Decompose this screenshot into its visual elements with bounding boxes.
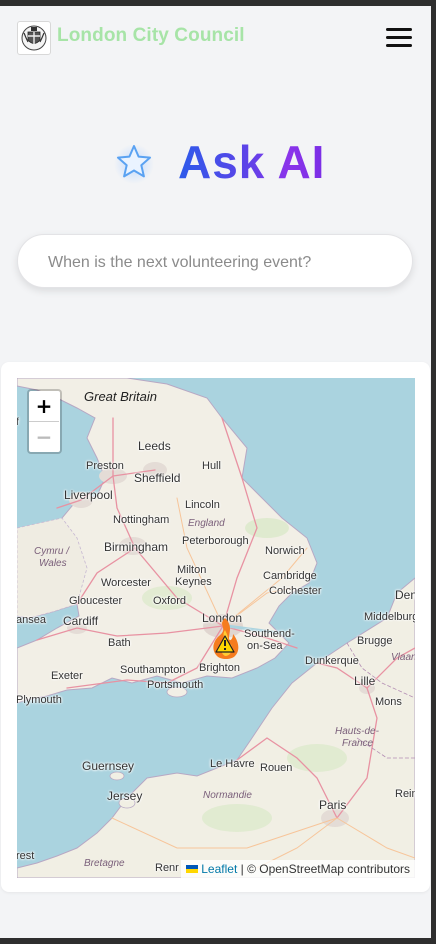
map-label: Liverpool [64,488,113,502]
app-screen: London City Council Ask AI When is the n… [0,6,431,938]
map-label: Mons [375,696,402,708]
map-label: Great Britain [84,389,157,404]
map-label: Milton [177,564,207,576]
map-label: Renr [155,862,179,874]
map-label: ansea [17,614,46,626]
map-label: Birmingham [104,540,169,554]
fire-warning-marker-icon[interactable] [207,616,243,660]
map-label: on-Sea [247,640,283,652]
map-label: Colchester [269,585,322,597]
map-view[interactable]: Great Britain f Leeds Preston Hull Sheff… [17,378,415,878]
search-bar[interactable] [17,234,413,288]
map-label: Hull [202,460,221,472]
map-label: Cardiff [63,614,99,628]
attribution-text: | © OpenStreetMap contributors [240,862,410,876]
map-label: Normandie [203,790,252,801]
map-label: Portsmouth [147,679,204,691]
map-label: Brugge [357,635,393,647]
map-label: Vlaan [391,652,415,663]
map-label: Leeds [138,439,171,453]
map-label: Norwich [265,545,305,557]
map-label: Rein [395,788,415,800]
map-label: Sheffield [134,471,181,485]
hero-title: Ask AI [178,136,326,188]
map-label: Bretagne [84,858,125,869]
map-label: Rouen [260,762,293,774]
map-label: Keynes [175,576,212,588]
zoom-out-button[interactable]: − [29,422,59,452]
map-label: Den [395,588,415,602]
leaflet-link[interactable]: Leaflet [201,862,237,876]
map-label: France [342,738,374,749]
map-label: Guernsey [82,759,135,773]
map-label: Hauts-de- [335,726,379,737]
map-label: Paris [319,798,347,812]
map-label: England [188,518,225,529]
map-label: Lille [354,674,376,688]
map-label: Southend- [244,628,295,640]
map-label: Peterborough [182,535,249,547]
map-label: Lincoln [185,499,220,511]
map-label: Plymouth [17,694,62,706]
map-label: Oxford [153,595,187,607]
map-label: Le Havre [210,758,255,770]
council-crest-icon[interactable] [17,21,51,55]
hero-section: Ask AI [0,134,431,194]
top-navigation-bar: London City Council [0,6,431,70]
zoom-control: + − [27,389,62,454]
zoom-in-button[interactable]: + [29,391,59,422]
star-icon [114,144,154,184]
map-label: Middelburg [364,611,415,623]
map-card: Great Britain f Leeds Preston Hull Sheff… [1,362,430,892]
map-label: rest [17,850,35,862]
map-attribution: Leaflet | © OpenStreetMap contributors [181,860,415,878]
map-label: Nottingham [113,514,170,526]
map-label: Wales [39,558,67,569]
map-label: Cambridge [263,570,317,582]
map-label: Gloucester [69,595,123,607]
map-label: Bath [108,637,131,649]
map-label: Jersey [107,789,143,803]
map-label: Worcester [101,577,151,589]
map-label: Dunkerque [305,655,359,667]
map-label: Southampton [120,664,186,676]
search-input[interactable] [46,249,390,277]
site-title[interactable]: London City Council [57,25,245,47]
map-label: Cymru / [34,546,69,557]
map-label: f [17,417,19,428]
map-label: Exeter [51,670,83,682]
map-label: Brighton [199,662,240,674]
map-label: Preston [86,460,124,472]
ukraine-flag-icon [186,865,199,873]
hamburger-menu-icon[interactable] [386,28,412,48]
